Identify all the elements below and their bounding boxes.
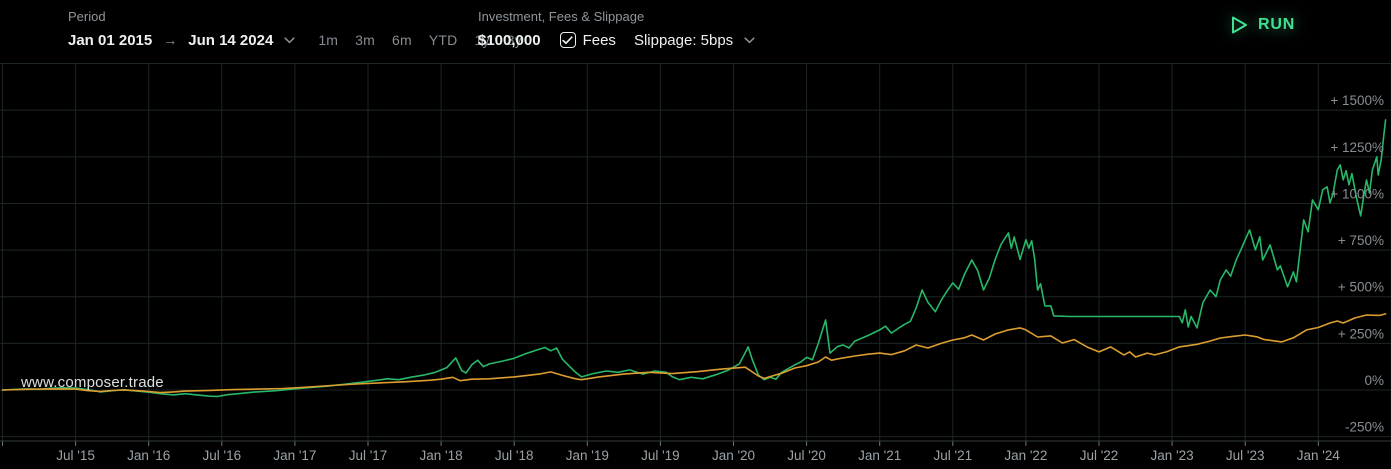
x-axis-label: Jan '23 bbox=[1151, 448, 1194, 463]
range-ytd-button[interactable]: YTD bbox=[429, 32, 458, 48]
x-axis-label: Jan '18 bbox=[420, 448, 463, 463]
y-axis-label: + 250% bbox=[1338, 326, 1384, 341]
period-group: Period Jan 01 2015 → Jun 14 2024 1m 3m 6… bbox=[68, 8, 522, 51]
x-axis-label: Jan '16 bbox=[127, 448, 170, 463]
x-axis-label: Jul '21 bbox=[933, 448, 972, 463]
period-label: Period bbox=[68, 9, 106, 24]
run-button-label: RUN bbox=[1258, 16, 1296, 33]
backtest-panel: + 1500% + 1250% + 1000% + 750% + 500% + 250% 0… bbox=[0, 0, 1391, 469]
x-axis-label: Jan '20 bbox=[712, 448, 755, 463]
y-axis-label: -250% bbox=[1345, 420, 1384, 435]
x-axis-label: Jan '21 bbox=[858, 448, 901, 463]
start-date-field[interactable]: Jan 01 2015 bbox=[68, 32, 152, 49]
x-axis-label: Jul '19 bbox=[641, 448, 680, 463]
x-axis-label: Jan '22 bbox=[1004, 448, 1047, 463]
backtest-toolbar: Period Jan 01 2015 → Jun 14 2024 1m 3m 6… bbox=[0, 0, 1391, 56]
y-axis-label: + 1000% bbox=[1330, 186, 1384, 201]
range-1m-button[interactable]: 1m bbox=[318, 32, 338, 48]
y-axis-label: 0% bbox=[1364, 373, 1384, 388]
run-button[interactable]: RUN bbox=[1230, 15, 1295, 35]
benchmark-line bbox=[1, 313, 1387, 394]
arrow-right-icon: → bbox=[163, 32, 178, 48]
series-lines bbox=[1, 119, 1387, 398]
slippage-chevron-down-icon[interactable] bbox=[744, 36, 755, 44]
axis-labels: + 1500% + 1250% + 1000% + 750% + 500% + 250% 0… bbox=[56, 93, 1384, 463]
play-icon bbox=[1232, 16, 1247, 34]
performance-chart[interactable]: + 1500% + 1250% + 1000% + 750% + 500% + 250% 0… bbox=[0, 0, 1391, 469]
y-axis-label: + 750% bbox=[1338, 233, 1384, 248]
x-axis-label: Jul '23 bbox=[1226, 448, 1265, 463]
range-3m-button[interactable]: 3m bbox=[355, 32, 375, 48]
x-axis-label: Jul '18 bbox=[495, 448, 534, 463]
y-axis-label: + 1250% bbox=[1330, 140, 1384, 155]
x-axis-label: Jan '17 bbox=[273, 448, 316, 463]
x-axis-label: Jul '15 bbox=[56, 448, 95, 463]
x-axis-label: Jan '24 bbox=[1297, 448, 1341, 463]
x-axis-label: Jul '16 bbox=[202, 448, 241, 463]
fees-checkbox-label[interactable]: Fees bbox=[583, 32, 616, 49]
x-axis-label: Jul '17 bbox=[349, 448, 388, 463]
y-axis-label: + 500% bbox=[1338, 280, 1384, 295]
investment-label: Investment, Fees & Slippage bbox=[478, 9, 645, 24]
x-axis-label: Jul '22 bbox=[1080, 448, 1119, 463]
end-date-field[interactable]: Jun 14 2024 bbox=[188, 32, 273, 49]
fees-checkbox[interactable] bbox=[559, 32, 576, 48]
grid-lines bbox=[0, 63, 1391, 441]
composer-watermark: www.composer.trade bbox=[21, 374, 164, 391]
investment-amount-field[interactable]: $100,000 bbox=[478, 32, 541, 49]
x-axis-label: Jan '19 bbox=[566, 448, 609, 463]
y-axis-label: + 1500% bbox=[1330, 93, 1384, 108]
check-icon bbox=[562, 35, 573, 44]
range-6m-button[interactable]: 6m bbox=[392, 32, 412, 48]
investment-group: Investment, Fees & Slippage $100,000 Fee… bbox=[478, 8, 755, 51]
slippage-dropdown[interactable]: Slippage: 5bps bbox=[634, 32, 733, 49]
x-axis-label: Jul '20 bbox=[787, 448, 826, 463]
date-range-chevron-down-icon[interactable] bbox=[284, 36, 295, 44]
strategy-line bbox=[1, 119, 1387, 398]
axis bbox=[0, 440, 1391, 446]
